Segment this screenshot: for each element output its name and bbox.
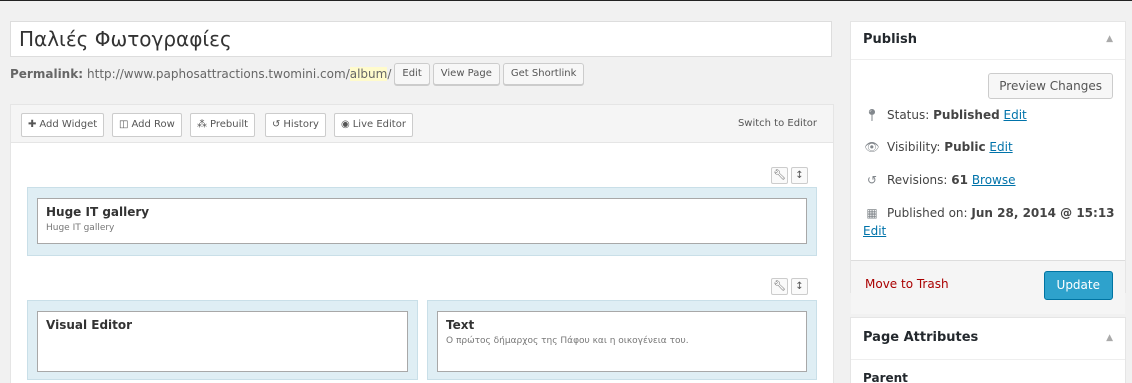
post-title-input[interactable]: Παλιές Φωτογραφίες: [10, 21, 832, 57]
plus-icon: ✚: [28, 119, 37, 130]
visibility-value: Public: [944, 140, 986, 154]
widget-description: Ο πρώτος δήμαρχος της Πάφου και η οικογέ…: [446, 336, 689, 346]
move-to-trash-link[interactable]: Move to Trash: [865, 277, 949, 291]
visibility-row: 👁︎ Visibility: Public Edit: [863, 140, 1012, 154]
switch-to-editor-link[interactable]: Switch to Editor: [738, 118, 817, 129]
get-shortlink-button[interactable]: Get Shortlink: [502, 63, 585, 85]
revisions-label: Revisions:: [887, 173, 948, 187]
wrench-icon[interactable]: 🔧︎: [771, 278, 788, 295]
columns-icon: ◫: [119, 119, 129, 130]
published-on-row: ▦ Published on: Jun 28, 2014 @ 15:13 Edi…: [863, 206, 1115, 238]
revisions-value: 61: [951, 173, 968, 187]
permalink-slug[interactable]: album: [349, 67, 388, 81]
widget-title: Huge IT gallery: [46, 205, 150, 219]
history-button[interactable]: ↺ History: [265, 113, 326, 137]
visibility-edit-link[interactable]: Edit: [989, 140, 1012, 154]
live-editor-label: Live Editor: [352, 119, 406, 130]
published-label: Published on:: [887, 206, 968, 220]
calendar-icon: ▦: [866, 206, 878, 220]
parent-label: Parent: [863, 371, 908, 383]
permalink-edit-button[interactable]: Edit: [394, 63, 430, 85]
preview-changes-button[interactable]: Preview Changes: [988, 73, 1113, 99]
collapse-arrow-icon[interactable]: ▲: [1106, 34, 1113, 44]
widget-description: Huge IT gallery: [46, 223, 115, 233]
permalink-label: Permalink:: [10, 67, 84, 81]
visibility-label: Visibility:: [887, 140, 941, 154]
page-attributes-header[interactable]: Page Attributes ▲: [851, 318, 1125, 360]
prebuilt-icon: ⁂: [197, 119, 207, 130]
publish-title: Publish: [863, 32, 917, 47]
widget-card[interactable]: Huge IT gallery Huge IT gallery: [37, 198, 807, 244]
eye-icon: ◉: [341, 119, 350, 130]
status-row: 📍︎ Status: Published Edit: [863, 108, 1027, 122]
undo-icon: ↺: [272, 119, 281, 130]
row-2-cell-1: Visual Editor: [27, 300, 418, 380]
prebuilt-button[interactable]: ⁂ Prebuilt: [190, 113, 256, 137]
permalink-trail: /: [387, 67, 392, 81]
history-icon: ↺: [866, 173, 878, 187]
move-icon[interactable]: ↕: [791, 278, 808, 295]
history-label: History: [283, 119, 319, 130]
widget-card[interactable]: Text Ο πρώτος δήμαρχος της Πάφου και η ο…: [437, 311, 807, 372]
add-row-button[interactable]: ◫ Add Row: [112, 113, 182, 137]
add-widget-label: Add Widget: [39, 119, 98, 130]
revisions-row: ↺ Revisions: 61 Browse: [863, 173, 1016, 187]
publish-header[interactable]: Publish ▲: [851, 22, 1125, 60]
row-1-cell: Huge IT gallery Huge IT gallery: [27, 187, 817, 256]
update-button[interactable]: Update: [1043, 271, 1113, 300]
publish-box: Publish ▲ Preview Changes 📍︎ Status: Pub…: [850, 21, 1126, 314]
status-value: Published: [933, 108, 1000, 122]
permalink-url[interactable]: http://www.paphosattractions.twomini.com…: [87, 67, 391, 81]
widget-title: Text: [446, 318, 475, 332]
row-2-cell-2: Text Ο πρώτος δήμαρχος της Πάφου και η ο…: [427, 300, 817, 380]
builder-toolbar: ✚ Add Widget ◫ Add Row ⁂ Prebuilt ↺ History …: [11, 105, 833, 143]
widget-title: Visual Editor: [46, 318, 133, 332]
permalink-base: http://www.paphosattractions.twomini.com…: [87, 67, 350, 81]
permalink-row: Permalink: http://www.paphosattractions.…: [10, 62, 585, 86]
add-widget-button[interactable]: ✚ Add Widget: [21, 113, 105, 137]
pin-icon: 📍︎: [864, 108, 880, 122]
page-attributes-title: Page Attributes: [863, 330, 979, 345]
view-page-button[interactable]: View Page: [432, 63, 500, 85]
page-builder: ✚ Add Widget ◫ Add Row ⁂ Prebuilt ↺ History …: [10, 104, 834, 383]
widget-card[interactable]: Visual Editor: [37, 311, 408, 372]
published-value: Jun 28, 2014 @ 15:13: [971, 206, 1115, 220]
row-2-tools: 🔧︎ ↕: [771, 278, 808, 295]
page-attributes-box: Page Attributes ▲ Parent: [850, 317, 1126, 383]
live-editor-button[interactable]: ◉ Live Editor: [334, 113, 413, 137]
revisions-browse-link[interactable]: Browse: [972, 173, 1016, 187]
wrench-icon[interactable]: 🔧︎: [771, 167, 788, 184]
collapse-arrow-icon[interactable]: ▲: [1106, 333, 1113, 343]
prebuilt-label: Prebuilt: [210, 119, 249, 130]
published-edit-link[interactable]: Edit: [863, 224, 1115, 238]
row-1-tools: 🔧︎ ↕: [771, 167, 808, 184]
status-label: Status:: [887, 108, 930, 122]
eye-icon: 👁︎: [864, 140, 880, 154]
publish-actions: Move to Trash Update: [851, 260, 1125, 314]
status-edit-link[interactable]: Edit: [1004, 108, 1027, 122]
add-row-label: Add Row: [131, 119, 175, 130]
move-icon[interactable]: ↕: [791, 167, 808, 184]
